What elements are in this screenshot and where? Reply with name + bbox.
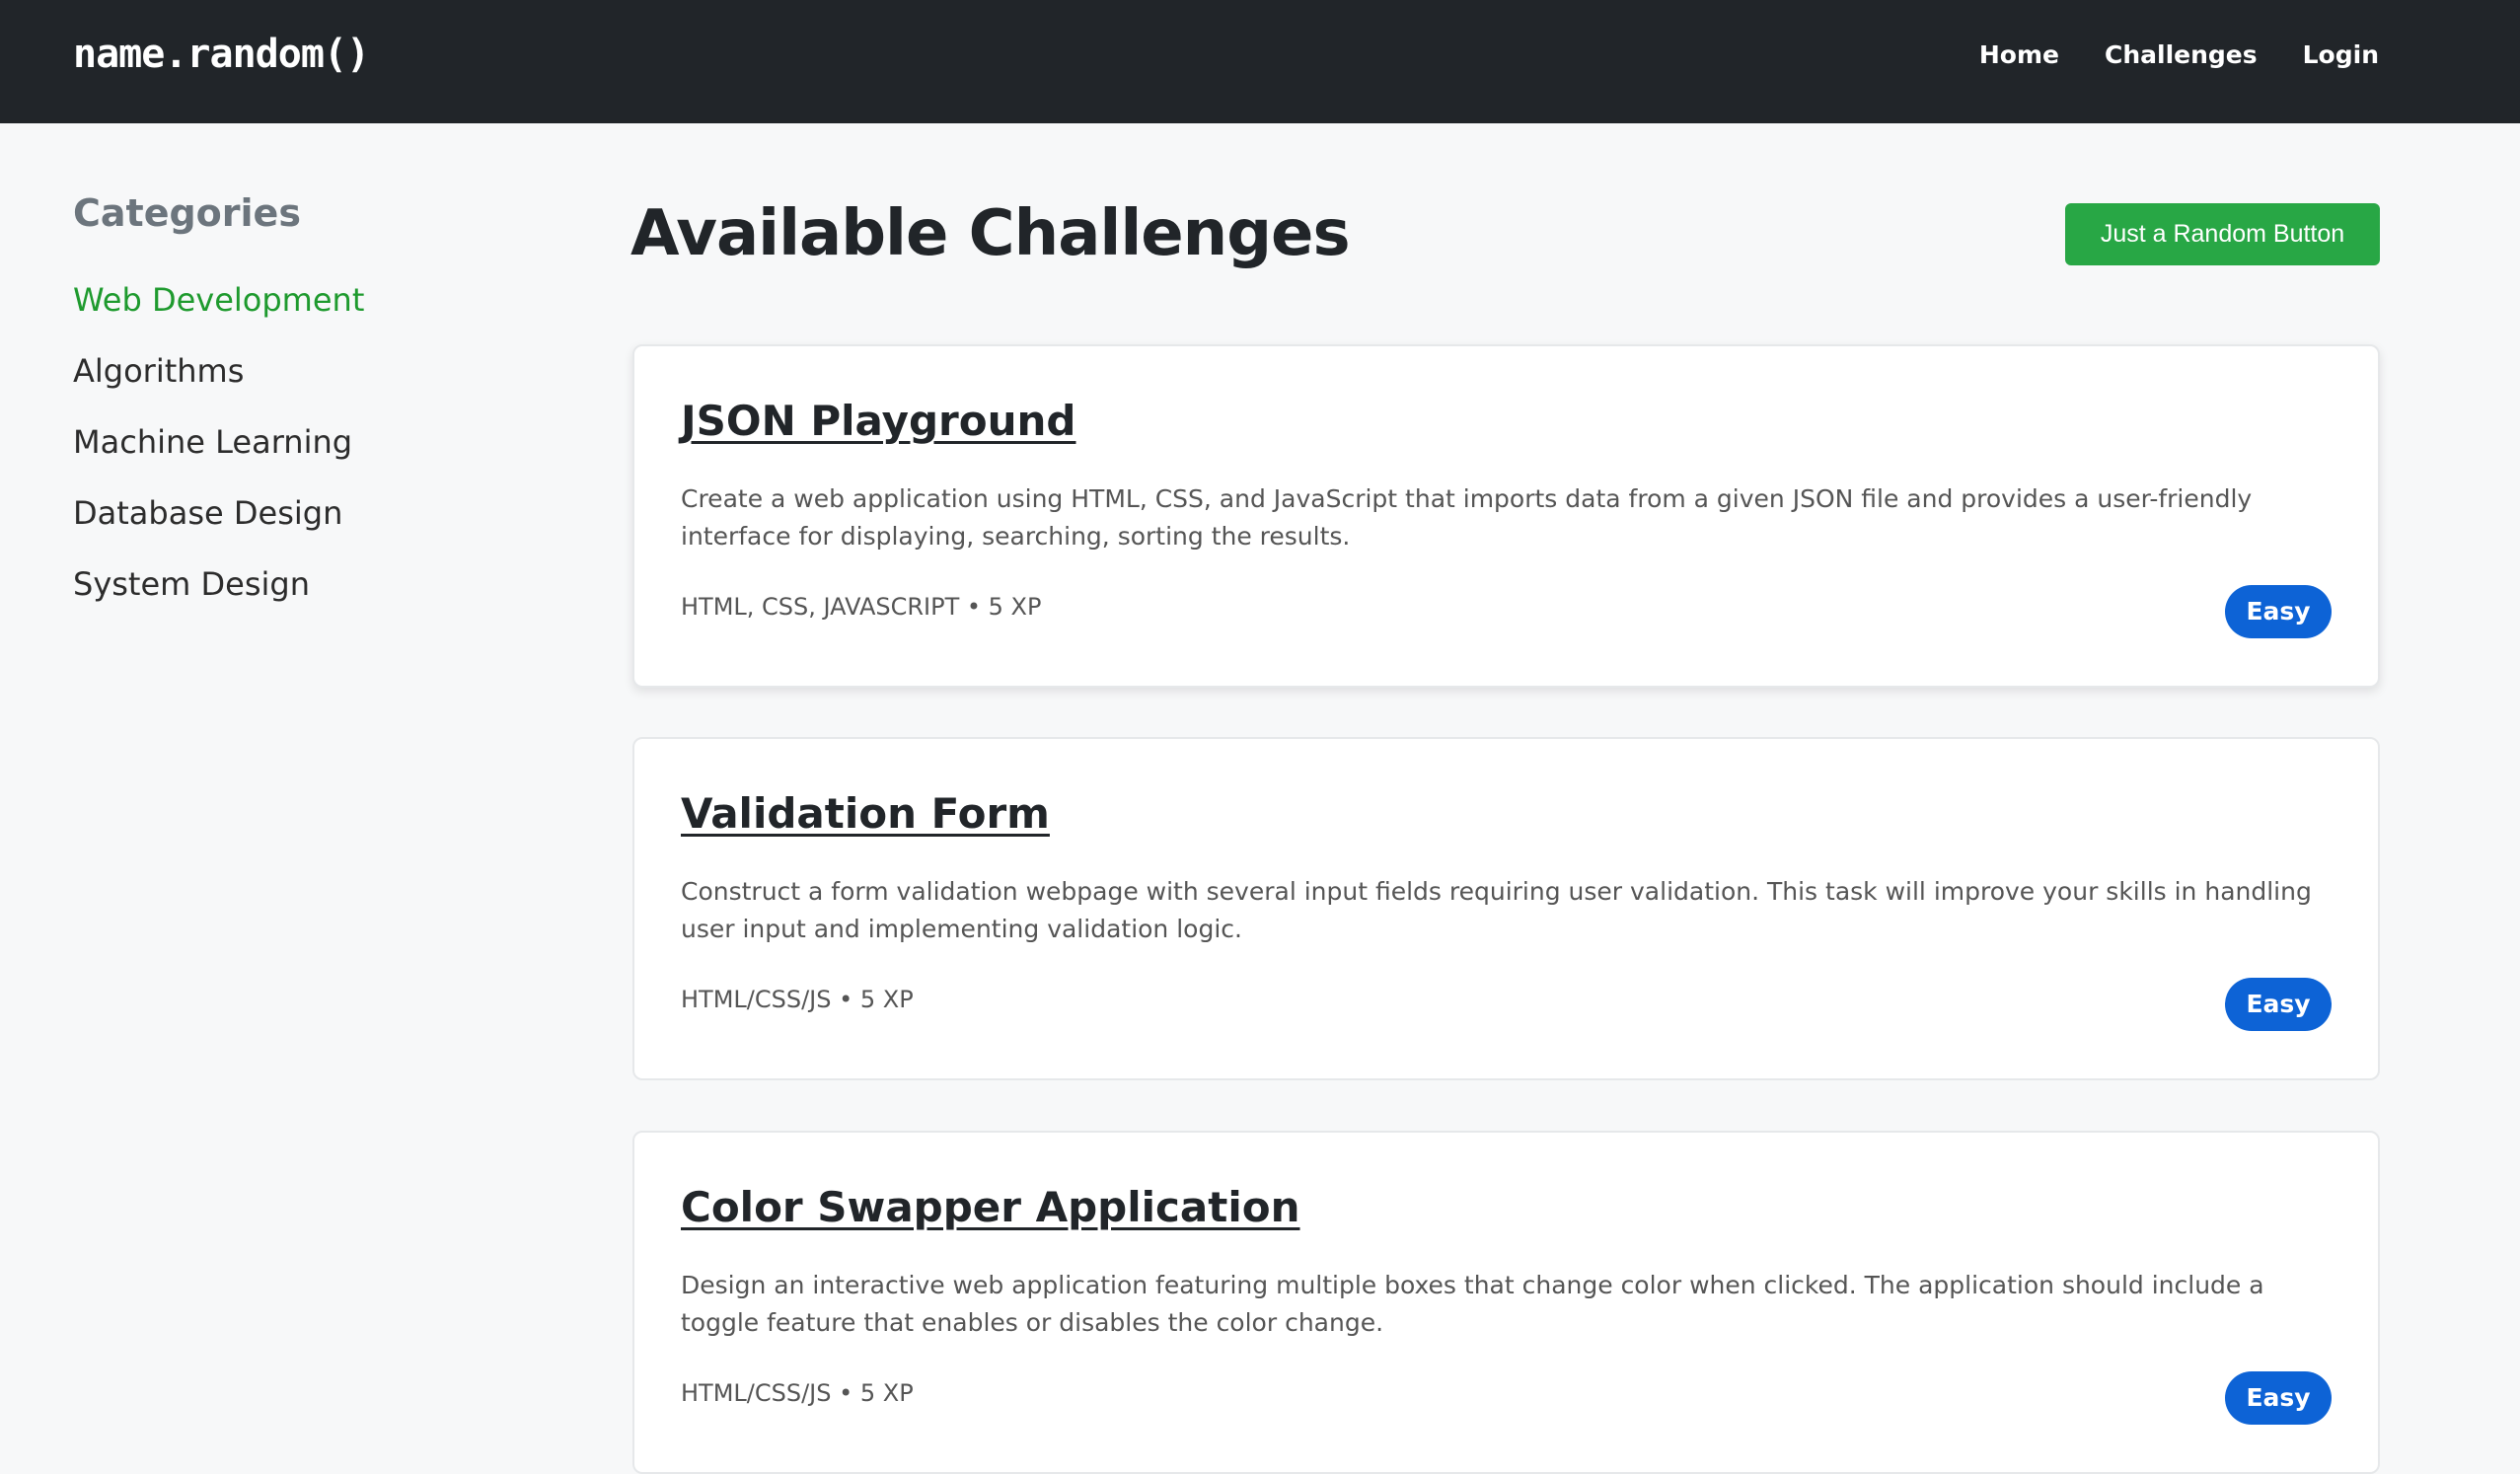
challenge-title-link[interactable]: JSON Playground (681, 394, 1075, 449)
difficulty-badge: Easy (2225, 978, 2332, 1031)
challenge-meta: HTML/CSS/JS • 5 XP (681, 1379, 914, 1407)
top-navbar: name.random() Home Challenges Login (0, 0, 2520, 123)
challenge-card: JSON Playground Create a web application… (632, 344, 2380, 688)
difficulty-badge: Easy (2225, 585, 2332, 638)
challenge-title-link[interactable]: Color Swapper Application (681, 1180, 1300, 1235)
challenge-card: Color Swapper Application Design an inte… (632, 1131, 2380, 1474)
difficulty-badge: Easy (2225, 1371, 2332, 1425)
challenge-description: Create a web application using HTML, CSS… (681, 484, 2253, 551)
sidebar-item-database-design[interactable]: Database Design (73, 478, 487, 549)
sidebar-item-algorithms[interactable]: Algorithms (73, 335, 487, 406)
nav-link-challenges[interactable]: Challenges (2105, 36, 2258, 75)
sidebar-item-machine-learning[interactable]: Machine Learning (73, 406, 487, 478)
challenge-title-link[interactable]: Validation Form (681, 786, 1050, 842)
challenge-description: Construct a form validation webpage with… (681, 877, 2312, 943)
sidebar-item-web-development[interactable]: Web Development (73, 264, 487, 335)
nav-link-home[interactable]: Home (1979, 36, 2059, 75)
nav-links: Home Challenges Login (1979, 36, 2379, 75)
challenge-meta: HTML/CSS/JS • 5 XP (681, 986, 914, 1013)
categories-sidebar: Categories Web Development Algorithms Ma… (73, 184, 487, 620)
page-title: Available Challenges (630, 197, 1351, 270)
categories-heading: Categories (73, 191, 301, 235)
challenge-meta: HTML, CSS, JAVASCRIPT • 5 XP (681, 593, 1042, 621)
random-button[interactable]: Just a Random Button (2065, 203, 2380, 265)
challenge-card: Validation Form Construct a form validat… (632, 737, 2380, 1080)
sidebar-item-system-design[interactable]: System Design (73, 549, 487, 620)
brand-logo[interactable]: name.random() (73, 28, 370, 81)
challenge-description: Design an interactive web application fe… (681, 1271, 2264, 1337)
nav-link-login[interactable]: Login (2303, 36, 2379, 75)
